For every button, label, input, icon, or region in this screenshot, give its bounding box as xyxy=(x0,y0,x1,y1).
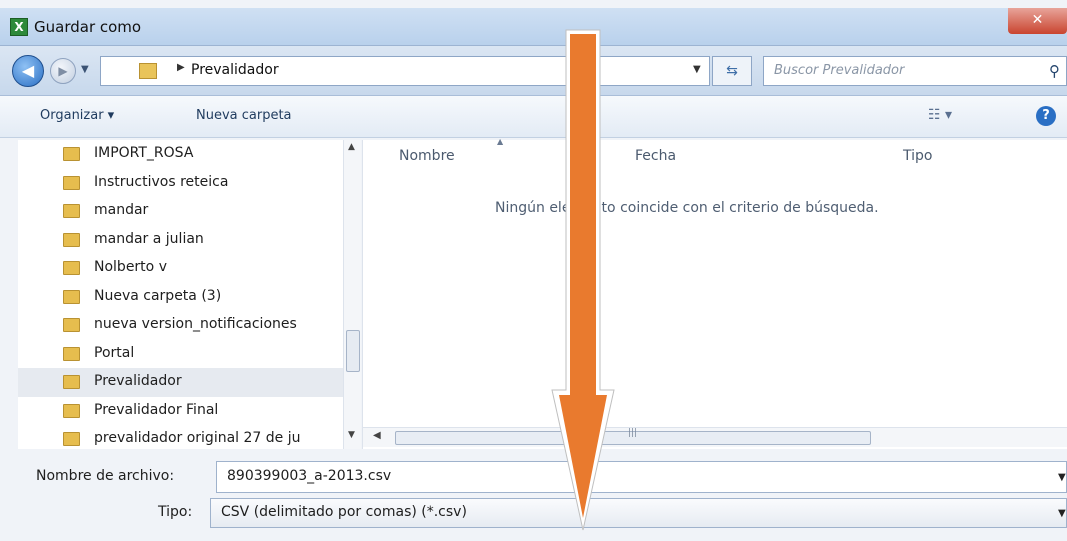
sidebar-item-label: mandar xyxy=(94,202,149,218)
folder-icon xyxy=(63,432,80,446)
search-icon[interactable]: ⚲ xyxy=(1049,62,1060,80)
search-input[interactable]: Buscor Prevalidador ⚲ xyxy=(763,56,1067,86)
window-title: Guardar como xyxy=(34,18,142,36)
column-header-date[interactable]: Fecha xyxy=(635,148,676,164)
sidebar-item-folder[interactable]: Nueva carpeta (3) xyxy=(18,283,343,312)
file-type-select[interactable]: CSV (delimitado por comas) (*.csv) xyxy=(210,498,1067,528)
refresh-icon: ⇆ xyxy=(726,63,738,79)
sidebar-item-label: Prevalidador Final xyxy=(94,401,219,418)
sidebar-item-folder[interactable]: Instructivos reteica xyxy=(18,169,343,198)
scroll-up-icon[interactable]: ▲ xyxy=(348,142,355,152)
empty-message: Ningún elemento coincide con el criterio… xyxy=(495,200,879,216)
scroll-left-icon[interactable]: ◀ xyxy=(373,430,381,441)
folder-icon xyxy=(63,403,80,418)
organize-button[interactable]: Organizar ▾ xyxy=(40,108,114,123)
filename-input[interactable]: 890399003_a-2013.csv xyxy=(216,461,1067,493)
views-icon[interactable]: ☷ ▾ xyxy=(928,107,952,123)
filename-dropdown-icon[interactable]: ▼ xyxy=(1058,472,1066,483)
new-folder-button[interactable]: Nueva carpeta xyxy=(196,108,292,123)
file-type-dropdown-icon[interactable]: ▼ xyxy=(1058,508,1066,519)
sidebar-item-folder[interactable]: mandar a julian xyxy=(18,226,343,255)
folder-icon xyxy=(63,346,80,361)
address-row: ◀ ▶ ▼ ▶ Prevalidador ▼ ⇆ Buscor Prevalid… xyxy=(0,46,1067,96)
recent-pages-dropdown[interactable]: ▼ xyxy=(81,60,97,80)
folder-icon xyxy=(63,147,80,161)
folder-icon xyxy=(63,289,80,304)
sidebar-item-label: Portal xyxy=(94,344,135,361)
folder-icon xyxy=(139,63,157,79)
sidebar-item-folder[interactable]: Prevalidador xyxy=(18,368,343,397)
sidebar-item-folder[interactable]: Nolberto v xyxy=(18,254,343,283)
sidebar-item-folder[interactable]: mandar xyxy=(18,197,343,226)
help-icon[interactable]: ? xyxy=(1036,106,1056,126)
save-form: Nombre de archivo: 890399003_a-2013.csv … xyxy=(0,452,1067,541)
address-bar[interactable]: ▶ Prevalidador ▼ xyxy=(100,56,710,86)
close-button[interactable]: ✕ xyxy=(1008,8,1067,34)
sidebar-item-label: prevalidador original 27 de ju xyxy=(94,430,301,446)
horizontal-scrollbar[interactable]: ◀ ||| xyxy=(363,427,1067,447)
command-bar: Organizar ▾ Nueva carpeta ☷ ▾ ? xyxy=(0,96,1067,138)
sidebar-item-folder[interactable]: prevalidador original 27 de ju xyxy=(18,425,343,449)
scroll-thumb[interactable] xyxy=(346,330,360,372)
forward-icon[interactable]: ▶ xyxy=(50,58,76,84)
filename-label: Nombre de archivo: xyxy=(36,468,175,484)
file-list[interactable]: Nombre ▲ Fecha Tipo Ningún elemento coin… xyxy=(362,137,1067,449)
folder-icon xyxy=(63,261,80,275)
type-label: Tipo: xyxy=(158,504,193,520)
sidebar-item-label: Prevalidador xyxy=(94,373,182,389)
folder-icon xyxy=(63,175,80,190)
address-dropdown-icon[interactable]: ▼ xyxy=(693,64,701,75)
sidebar-item-folder[interactable]: IMPORT_ROSA xyxy=(18,140,343,169)
folder-icon xyxy=(63,318,80,332)
sidebar-item-label: IMPORT_ROSA xyxy=(94,145,194,161)
folder-icon xyxy=(63,204,80,218)
sidebar-item-folder[interactable]: nueva version_notificaciones xyxy=(18,311,343,340)
excel-icon: X xyxy=(10,18,28,36)
column-header-name[interactable]: Nombre xyxy=(399,148,455,164)
sidebar-item-label: nueva version_notificaciones xyxy=(94,316,297,332)
nav-scrollbar[interactable]: ▲ ▼ xyxy=(343,140,361,449)
sidebar-item-folder[interactable]: Portal xyxy=(18,340,343,369)
save-as-dialog: X Guardar como ✕ ◀ ▶ ▼ ▶ Prevalidador ▼ … xyxy=(0,0,1067,541)
scroll-thumb[interactable]: ||| xyxy=(395,428,871,445)
grip-icon: ||| xyxy=(628,428,638,438)
refresh-button[interactable]: ⇆ xyxy=(712,56,752,86)
column-header-type[interactable]: Tipo xyxy=(903,148,932,164)
scroll-down-icon[interactable]: ▼ xyxy=(348,430,355,440)
sidebar-item-label: Nueva carpeta (3) xyxy=(94,287,222,304)
search-placeholder: Buscor Prevalidador xyxy=(774,63,905,78)
sort-caret-icon: ▲ xyxy=(497,137,504,146)
navigation-pane[interactable]: IMPORT_ROSA Instructivos reteica mandar man… xyxy=(18,140,343,449)
back-icon[interactable]: ◀ xyxy=(12,55,44,87)
sidebar-item-label: Instructivos reteica xyxy=(94,173,229,190)
sidebar-item-label: mandar a julian xyxy=(94,230,204,247)
sidebar-item-folder[interactable]: Prevalidador Final xyxy=(18,397,343,426)
folder-icon xyxy=(63,375,80,389)
breadcrumb-current[interactable]: Prevalidador xyxy=(191,62,279,78)
breadcrumb-chevron-icon[interactable]: ▶ xyxy=(177,62,185,73)
sidebar-item-label: Nolberto v xyxy=(94,259,167,275)
title-bar: X Guardar como ✕ xyxy=(0,8,1067,46)
folder-icon xyxy=(63,232,80,247)
